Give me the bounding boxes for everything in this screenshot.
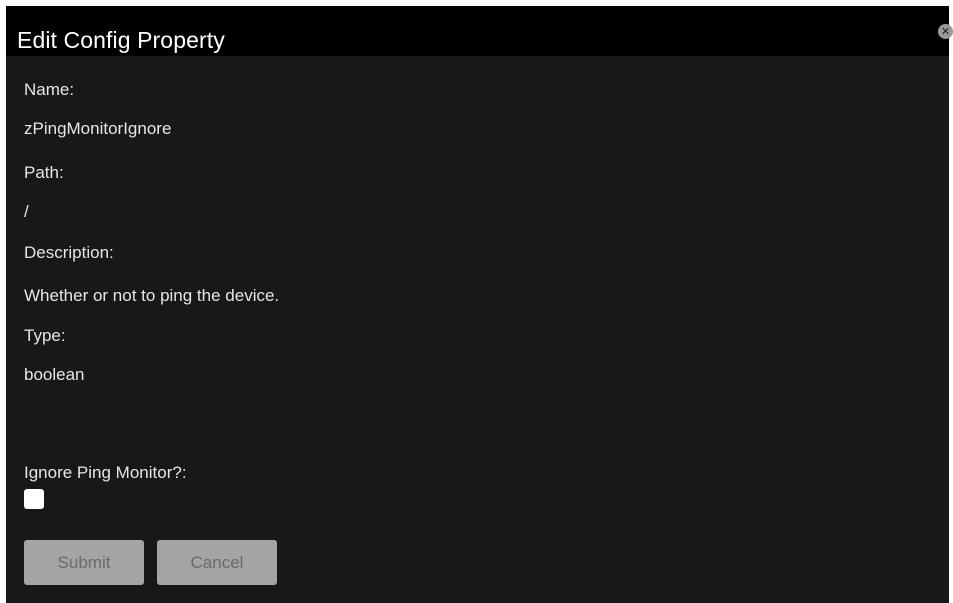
name-value: zPingMonitorIgnore xyxy=(24,119,172,138)
path-value: / xyxy=(24,202,29,221)
path-label: Path: xyxy=(24,163,64,182)
type-value: boolean xyxy=(24,365,85,384)
description-value: Whether or not to ping the device. xyxy=(24,286,280,305)
close-icon[interactable]: ✕ xyxy=(938,24,953,39)
edit-config-property-dialog: Edit Config Property ✕ Name: zPingMonito… xyxy=(6,6,953,603)
dialog-title-bar: Edit Config Property ✕ xyxy=(6,6,953,56)
type-label: Type: xyxy=(24,326,66,345)
description-label: Description: xyxy=(24,243,114,262)
submit-button[interactable]: Submit xyxy=(24,540,144,585)
dialog-title: Edit Config Property xyxy=(17,27,225,53)
ignore-ping-monitor-checkbox[interactable] xyxy=(24,489,44,509)
cancel-button[interactable]: Cancel xyxy=(157,540,277,585)
ignore-ping-monitor-label: Ignore Ping Monitor?: xyxy=(24,463,187,482)
name-label: Name: xyxy=(24,80,75,99)
